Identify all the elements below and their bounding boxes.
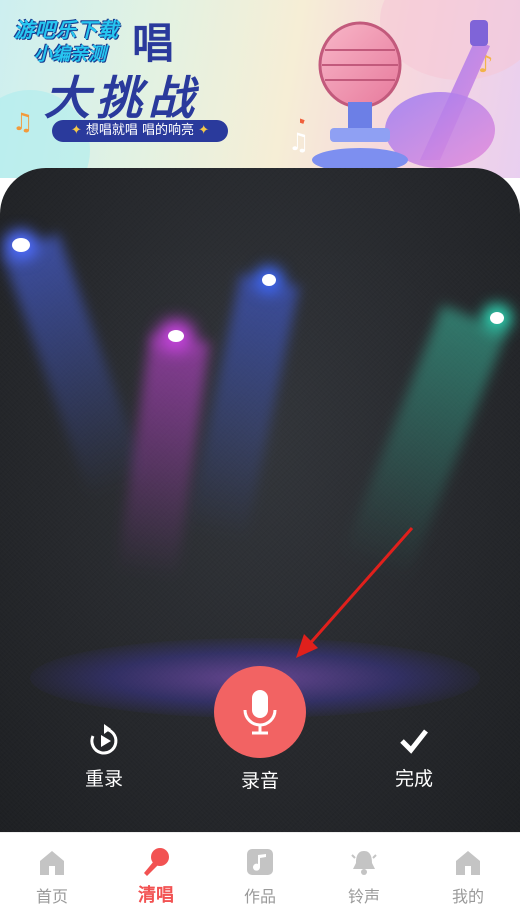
finish-label: 完成 [394, 768, 433, 790]
finish-button[interactable]: 完成 [382, 724, 446, 791]
record-label: 录音 [240, 770, 279, 792]
mic-icon [144, 848, 169, 876]
tab-ringtones-label: 铃声 [347, 887, 380, 906]
rerecord-icon [90, 724, 118, 755]
tab-works[interactable]: 作品 [208, 833, 312, 910]
music-note-icon [247, 849, 273, 875]
microphone-icon [243, 690, 277, 735]
profile-home-icon [456, 851, 480, 875]
bell-icon [351, 851, 377, 875]
rerecord-label: 重录 [84, 768, 123, 790]
tab-works-label: 作品 [243, 887, 276, 906]
rerecord-button[interactable]: 重录 [72, 724, 136, 791]
tab-acapella-label: 清唱 [138, 885, 174, 906]
tab-home[interactable]: 首页 [0, 833, 104, 910]
record-button[interactable] [214, 666, 306, 758]
checkmark-icon [400, 729, 428, 754]
record-label-wrap: 录音 [222, 760, 298, 793]
tab-ringtones[interactable]: 铃声 [312, 833, 416, 910]
tab-acapella[interactable]: 清唱 [104, 833, 208, 910]
tab-mine-label: 我的 [451, 887, 484, 906]
bottom-tab-bar: 首页 清唱 作品 铃声 我的 [0, 832, 520, 910]
tab-home-label: 首页 [35, 887, 68, 906]
home-icon [40, 851, 64, 875]
tab-mine[interactable]: 我的 [416, 833, 520, 910]
